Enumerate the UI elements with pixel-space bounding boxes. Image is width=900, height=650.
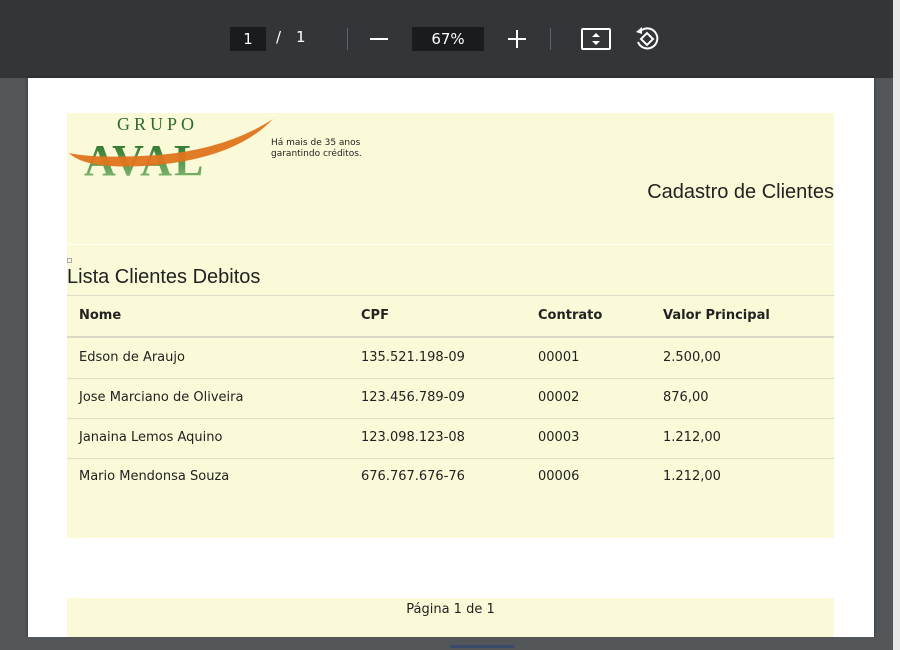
rotate-button[interactable]	[632, 24, 662, 54]
cell-cpf: 135.521.198-09	[361, 350, 465, 365]
cell-valor: 1.212,00	[663, 430, 721, 445]
client-list-section: Lista Clientes Debitos Nome CPF Contrato…	[67, 245, 834, 538]
tagline-line-2: garantindo créditos.	[271, 149, 362, 159]
cell-contrato: 00002	[538, 390, 580, 405]
page-footer-text: Página 1 de 1	[406, 602, 495, 617]
small-marker	[67, 258, 72, 263]
page-separator: /	[276, 28, 282, 46]
document-header: GRUPO AVAL Há mais de 35 anos garantindo…	[67, 113, 834, 244]
zoom-out-button[interactable]	[364, 24, 394, 54]
section-title: Lista Clientes Debitos	[67, 266, 261, 288]
zoom-level-input[interactable]: 67%	[412, 27, 484, 51]
cell-cpf: 123.098.123-08	[361, 430, 465, 445]
header-cpf: CPF	[361, 308, 389, 323]
cell-cpf: 123.456.789-09	[361, 390, 465, 405]
cell-nome: Edson de Araujo	[79, 350, 185, 365]
toolbar-divider	[550, 28, 551, 50]
document-footer: Página 1 de 1	[67, 598, 834, 637]
table-header: Nome CPF Contrato Valor Principal	[67, 296, 834, 338]
minus-icon	[370, 38, 388, 40]
plus-icon	[508, 30, 526, 48]
page-indicator-bar	[450, 645, 514, 648]
table-row: Janaina Lemos Aquino 123.098.123-08 0000…	[67, 418, 834, 459]
tagline-line-1: Há mais de 35 anos	[271, 138, 361, 148]
viewer-bottom-strip	[0, 637, 893, 650]
toolbar-divider	[347, 28, 348, 50]
table-row: Mario Mendonsa Souza 676.767.676-76 0000…	[67, 457, 834, 497]
grupo-aval-logo: GRUPO AVAL	[69, 114, 273, 183]
table-row: Jose Marciano de Oliveira 123.456.789-09…	[67, 378, 834, 419]
logo-text-grupo: GRUPO	[117, 114, 198, 134]
fit-page-button[interactable]	[581, 24, 611, 54]
cell-valor: 876,00	[663, 390, 709, 405]
zoom-in-button[interactable]	[502, 24, 532, 54]
pdf-page: GRUPO AVAL Há mais de 35 anos garantindo…	[28, 78, 874, 637]
page-number-input[interactable]: 1	[230, 27, 266, 51]
document-title: Cadastro de Clientes	[647, 181, 834, 203]
table-row: Edson de Araujo 135.521.198-09 00001 2.5…	[67, 338, 834, 379]
cell-cpf: 676.767.676-76	[361, 469, 465, 484]
total-pages: 1	[296, 28, 306, 46]
cell-nome: Mario Mendonsa Souza	[79, 469, 230, 484]
cell-contrato: 00003	[538, 430, 580, 445]
tagline: Há mais de 35 anos garantindo créditos.	[271, 138, 362, 160]
header-contrato: Contrato	[538, 308, 603, 323]
vertical-scrollbar[interactable]	[893, 0, 900, 650]
cell-nome: Janaina Lemos Aquino	[79, 430, 223, 445]
header-valor-principal: Valor Principal	[663, 308, 770, 323]
cell-valor: 1.212,00	[663, 469, 721, 484]
rotate-icon	[636, 27, 659, 50]
fit-page-icon	[581, 28, 611, 50]
cell-nome: Jose Marciano de Oliveira	[79, 390, 244, 405]
cell-contrato: 00001	[538, 350, 580, 365]
pdf-toolbar: 1 / 1 67%	[0, 0, 893, 78]
cell-valor: 2.500,00	[663, 350, 721, 365]
cell-contrato: 00006	[538, 469, 580, 484]
header-nome: Nome	[79, 308, 122, 323]
